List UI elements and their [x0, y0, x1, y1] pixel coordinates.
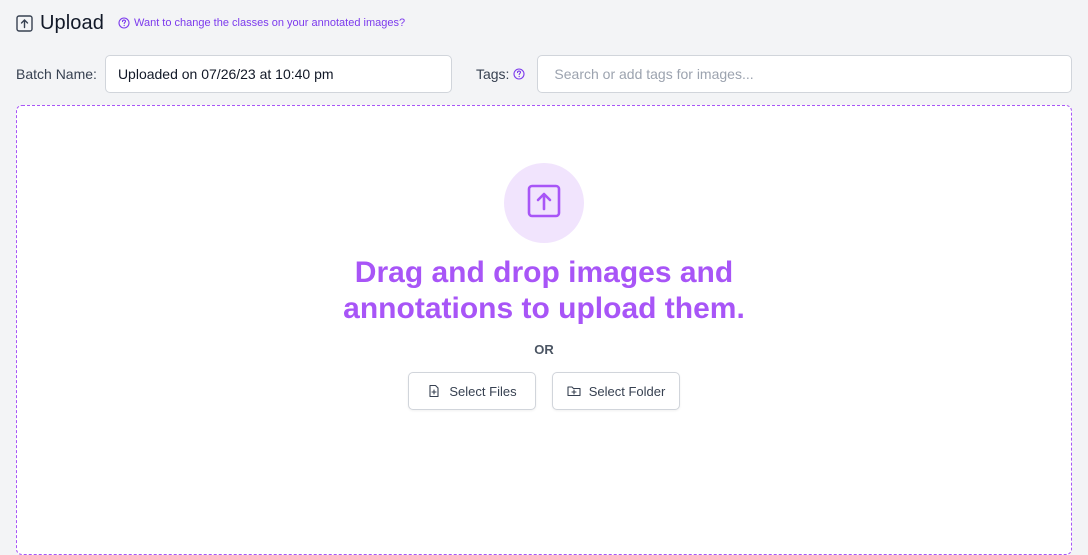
- tags-label: Tags:: [475, 66, 510, 82]
- question-circle-icon[interactable]: [513, 68, 525, 80]
- select-folder-label: Select Folder: [588, 383, 666, 399]
- batch-name-label: Batch Name:: [16, 66, 97, 82]
- folder-plus-icon: [567, 384, 581, 398]
- select-folder-button[interactable]: Select Folder: [552, 372, 680, 410]
- select-files-button[interactable]: Select Files: [408, 372, 536, 410]
- help-link-text: Want to change the classes on your annot…: [133, 17, 406, 29]
- dropzone-heading-line2: annotations to upload them.: [343, 292, 745, 325]
- upload-square-icon: [16, 14, 33, 32]
- change-classes-help-link[interactable]: Want to change the classes on your annot…: [118, 17, 405, 29]
- tags-search-input[interactable]: [537, 55, 1072, 93]
- upload-arrow-icon: [527, 184, 561, 223]
- question-circle-icon: [118, 17, 130, 29]
- file-plus-icon: [427, 384, 441, 398]
- dropzone-heading: Drag and drop images and annotations to …: [17, 255, 1071, 327]
- page-title: Upload: [40, 11, 104, 34]
- tags-label-group: Tags:: [476, 66, 525, 82]
- select-files-label: Select Files: [449, 383, 517, 399]
- batch-settings-row: Batch Name: Tags:: [16, 55, 1072, 93]
- upload-dropzone[interactable]: Drag and drop images and annotations to …: [16, 105, 1072, 555]
- dropzone-heading-line1: Drag and drop images and: [354, 256, 734, 289]
- or-divider-text: OR: [534, 342, 554, 357]
- upload-icon-circle: [504, 163, 584, 243]
- batch-name-input[interactable]: [104, 55, 452, 93]
- page-header: Upload Want to change the classes on you…: [16, 10, 405, 36]
